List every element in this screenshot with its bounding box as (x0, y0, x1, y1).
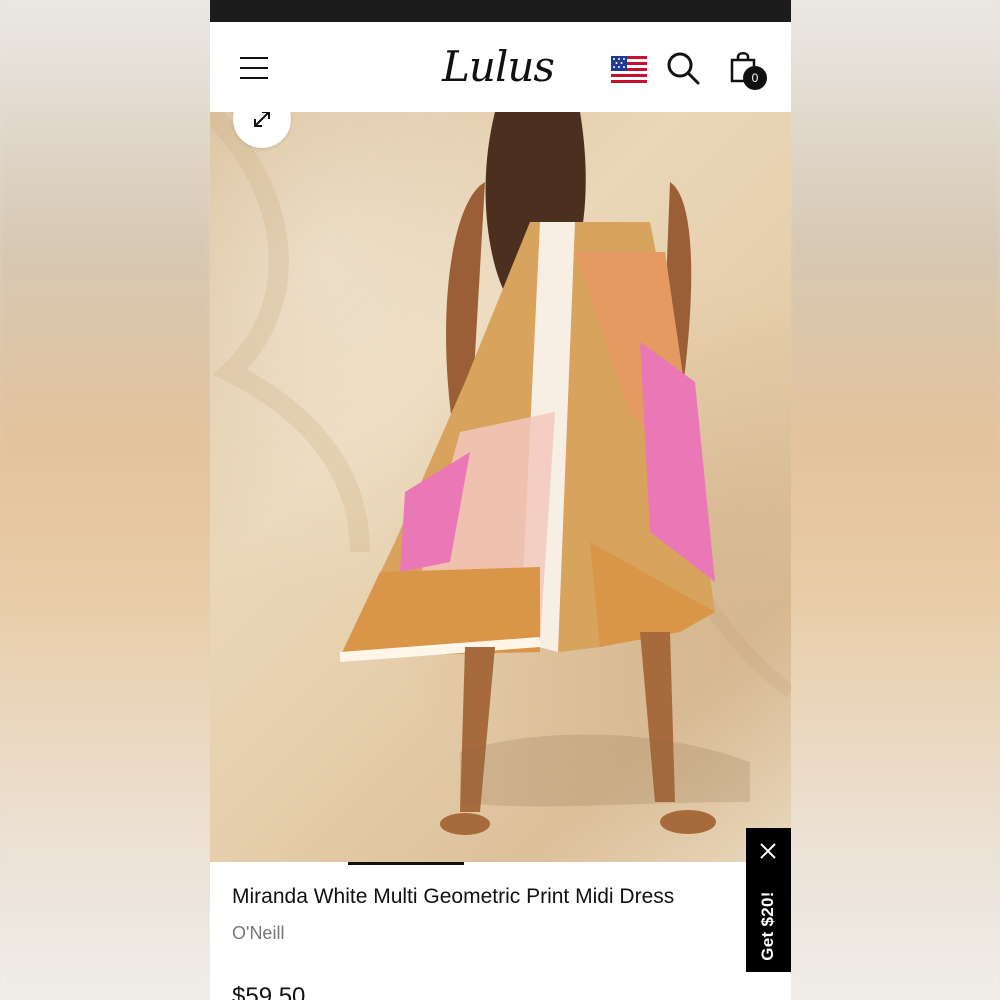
promo-tab[interactable]: Get $20! (746, 828, 791, 972)
menu-line-middle (240, 67, 268, 69)
promo-label: Get $20! (758, 891, 777, 961)
us-flag-icon[interactable] (611, 56, 647, 85)
carousel-indicator (348, 862, 464, 865)
cart-count-badge: 0 (743, 66, 767, 90)
product-price: $59.50 (232, 983, 306, 1000)
dress-photo-illustration (210, 112, 791, 835)
background-blur-right (790, 0, 1000, 1000)
product-title: Miranda White Multi Geometric Print Midi… (232, 885, 675, 908)
menu-button[interactable] (240, 57, 268, 79)
site-header: Lulus 0 (210, 22, 791, 113)
product-info: Miranda White Multi Geometric Print Midi… (210, 865, 791, 1000)
background-blur-left (0, 0, 210, 1000)
phone-screen: Lulus 0 Miranda White Multi Geometric Pr… (210, 0, 791, 1000)
close-icon[interactable] (759, 842, 777, 860)
menu-line-top (240, 57, 268, 59)
search-icon[interactable] (665, 50, 701, 86)
status-bar (210, 0, 791, 22)
lulus-logo[interactable]: Lulus (442, 42, 562, 92)
menu-line-bottom (240, 77, 268, 79)
expand-icon (254, 112, 270, 127)
product-brand[interactable]: O'Neill (232, 923, 284, 944)
expand-image-button[interactable] (233, 112, 291, 148)
product-image[interactable] (210, 112, 791, 862)
